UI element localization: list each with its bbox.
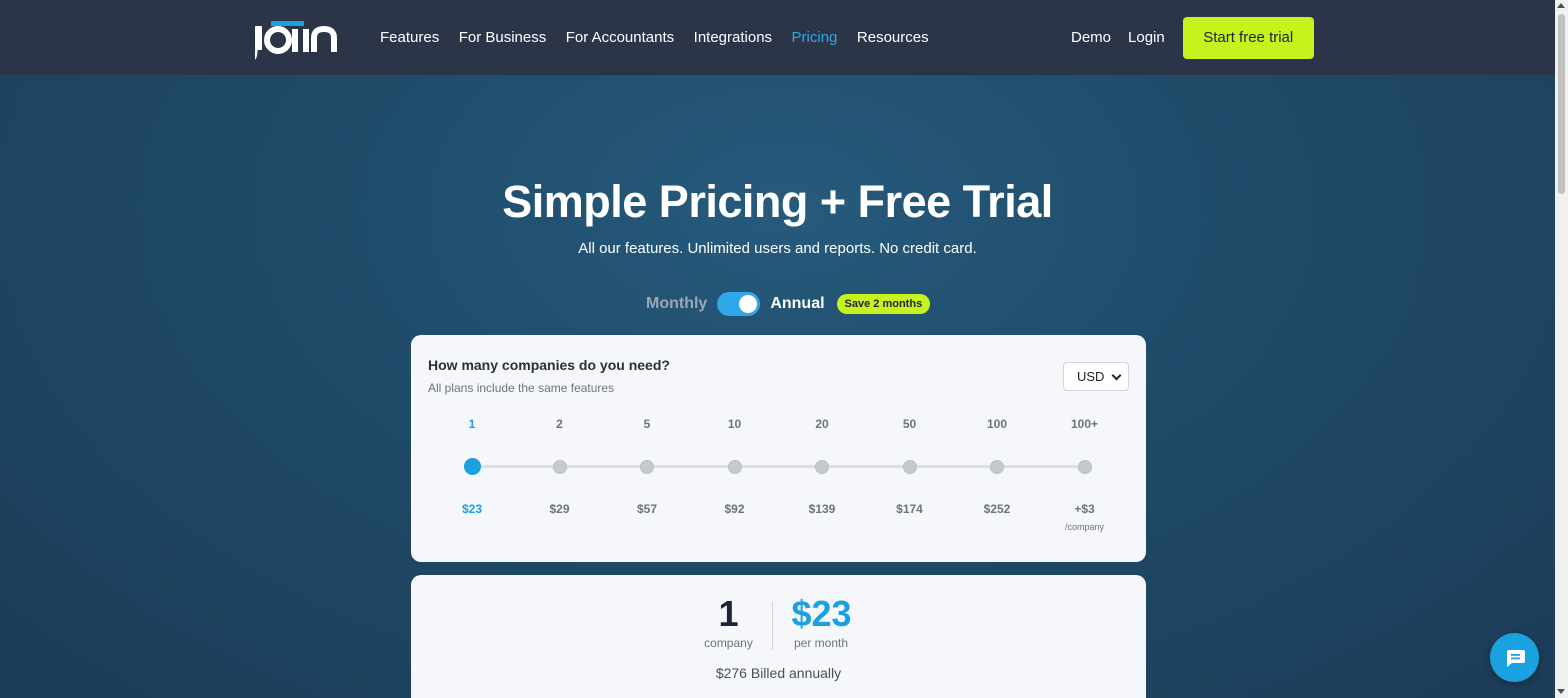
tier-price: $252 [983, 502, 1011, 516]
selector-note: All plans include the same features [428, 381, 615, 395]
company-selector-card: How many companies do you need? All plan… [411, 335, 1146, 562]
tier-dot[interactable] [902, 460, 917, 474]
tier-dot[interactable] [727, 460, 742, 474]
page-scrollbar[interactable] [1555, 0, 1568, 698]
tier-dot[interactable] [1077, 460, 1092, 474]
tier-per-company: /company [1064, 522, 1105, 532]
tier-price: $23 [461, 502, 483, 516]
tier-count: 100 [986, 417, 1008, 431]
scroll-up-arrow[interactable] [1557, 3, 1565, 8]
tier-count: 50 [902, 417, 917, 431]
summary-divider [772, 602, 773, 650]
nav-link-for-accountants[interactable]: For Accountants [566, 29, 674, 46]
scroll-down-arrow[interactable] [1557, 689, 1565, 694]
nav-link-login[interactable]: Login [1128, 29, 1165, 46]
tier-count: 1 [468, 417, 476, 431]
nav-right: Demo Login Start free trial [1071, 0, 1314, 75]
billing-annual-label[interactable]: Annual [770, 295, 824, 313]
scroll-thumb[interactable] [1558, 14, 1565, 194]
tier-price: +$3 [1074, 502, 1095, 516]
tier-count: 2 [556, 417, 563, 431]
logo-text: joiin [255, 18, 257, 19]
nav-link-demo[interactable]: Demo [1071, 29, 1111, 46]
tier-dot[interactable] [552, 460, 567, 474]
start-free-trial-button[interactable]: Start free trial [1182, 16, 1314, 59]
save-badge: Save 2 months [836, 294, 931, 314]
summary-price: $23 [791, 593, 852, 634]
top-nav: joiin Features For Business For Accounta… [0, 0, 1555, 75]
slider-handle[interactable] [463, 458, 481, 475]
tier-count: 20 [815, 417, 829, 431]
summary-company-count: 1 [718, 593, 739, 634]
tier-price: $174 [896, 502, 923, 516]
tier-dot[interactable] [640, 460, 654, 474]
nav-link-integrations[interactable]: Integrations [694, 29, 772, 46]
tier-price: $139 [808, 502, 836, 516]
billing-period-toggle[interactable] [717, 292, 761, 316]
nav-link-for-business[interactable]: For Business [459, 29, 547, 46]
tier-price: $29 [549, 502, 570, 516]
toggle-knob [739, 295, 758, 313]
summary-price-label: per month [793, 636, 849, 650]
joiin-logo[interactable]: joiin [255, 18, 347, 60]
tier-price: $92 [724, 502, 745, 516]
currency-value: USD [1077, 369, 1105, 384]
tier-price: $57 [636, 502, 658, 516]
page-subtitle: All our features. Unlimited users and re… [578, 240, 977, 257]
nav-link-features[interactable]: Features [380, 29, 439, 46]
nav-link-pricing[interactable]: Pricing [792, 29, 838, 46]
page-title: Simple Pricing + Free Trial [502, 176, 1053, 227]
summary-company-label: company [704, 636, 753, 650]
tier-dot[interactable] [990, 460, 1004, 474]
price-summary-card: 1 company $23 per month $276 Billed annu… [411, 575, 1146, 698]
summary-billed-annually: $276 Billed annually [715, 665, 842, 681]
chat-icon [1506, 649, 1525, 667]
currency-select[interactable]: USD [1063, 362, 1129, 391]
tier-count: 5 [643, 417, 651, 431]
selector-question: How many companies do you need? [428, 357, 670, 373]
chevron-down-icon [1111, 370, 1122, 381]
chat-widget-button[interactable] [1490, 633, 1539, 682]
nav-link-resources[interactable]: Resources [857, 29, 929, 46]
tier-count: 100+ [1070, 417, 1099, 431]
nav-links: Features For Business For Accountants In… [380, 0, 948, 75]
billing-toggle-group: Monthly Annual Save 2 months [646, 292, 931, 316]
tier-count: 10 [727, 417, 742, 431]
billing-monthly-label[interactable]: Monthly [646, 295, 707, 313]
tier-dot[interactable] [815, 460, 829, 474]
